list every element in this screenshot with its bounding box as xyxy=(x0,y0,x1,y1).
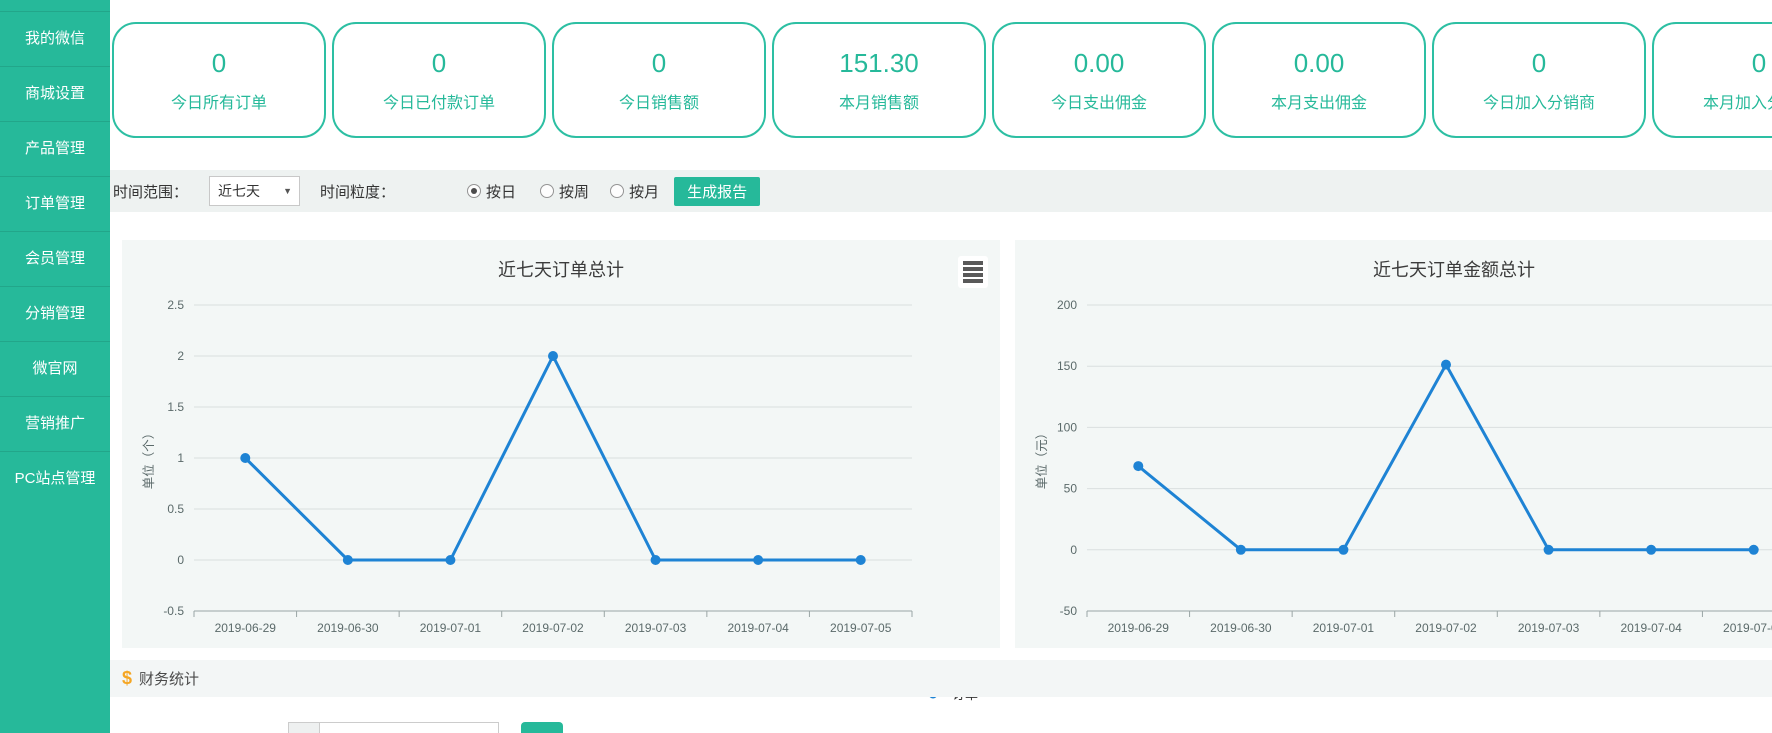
svg-text:200: 200 xyxy=(1057,298,1077,312)
svg-text:2019-07-03: 2019-07-03 xyxy=(625,621,687,635)
generate-report-button[interactable]: 生成报告 xyxy=(674,177,760,206)
stat-label: 本月销售额 xyxy=(839,89,919,113)
finance-search-input[interactable] xyxy=(319,722,499,733)
svg-text:2019-07-02: 2019-07-02 xyxy=(1415,621,1477,635)
dashboard-page: 我的微信 商城设置 产品管理 订单管理 会员管理 分销管理 微官网 营销推广 P… xyxy=(0,0,1772,733)
svg-text:-0.5: -0.5 xyxy=(163,604,184,618)
stat-value: 0 xyxy=(1752,48,1766,78)
svg-text:2019-06-30: 2019-06-30 xyxy=(1210,621,1272,635)
svg-text:2019-06-29: 2019-06-29 xyxy=(1108,621,1170,635)
filter-bar: 时间范围： 近七天 ▼ 时间粒度： 按日 按周 按月 生成报告 xyxy=(110,170,1772,212)
stat-card-month-distributors: 0 本月加入分销商 xyxy=(1652,22,1772,138)
stat-label: 本月支出佣金 xyxy=(1271,89,1367,113)
stats-cards-row: 0 今日所有订单 0 今日已付款订单 0 今日销售额 151.30 本月销售额 … xyxy=(112,22,1772,138)
radio-by-month[interactable]: 按月 xyxy=(610,181,659,202)
sidebar: 我的微信 商城设置 产品管理 订单管理 会员管理 分销管理 微官网 营销推广 P… xyxy=(0,0,110,733)
radio-label: 按周 xyxy=(559,181,589,202)
order-amount-line-chart: 200 150 100 50 0 -50 2019-06-29 2019-06-30 2019-… xyxy=(1015,240,1772,648)
stat-card-month-sales: 151.30 本月销售额 xyxy=(772,22,986,138)
svg-text:1.5: 1.5 xyxy=(167,400,184,414)
svg-text:0.5: 0.5 xyxy=(167,502,184,516)
svg-text:2019-07-04: 2019-07-04 xyxy=(727,621,789,635)
svg-text:1: 1 xyxy=(177,451,184,465)
stat-value: 0.00 xyxy=(1074,48,1125,78)
stat-card-today-distributors: 0 今日加入分销商 xyxy=(1432,22,1646,138)
svg-text:2019-06-30: 2019-06-30 xyxy=(317,621,379,635)
stat-label: 今日已付款订单 xyxy=(383,89,495,113)
svg-text:-50: -50 xyxy=(1060,604,1078,618)
svg-text:2019-07-05: 2019-07-05 xyxy=(1723,621,1772,635)
stat-card-month-commission: 0.00 本月支出佣金 xyxy=(1212,22,1426,138)
radio-label: 按月 xyxy=(629,181,659,202)
finance-section-title: 财务统计 xyxy=(139,668,199,689)
radio-icon xyxy=(467,184,481,198)
svg-text:2019-06-29: 2019-06-29 xyxy=(215,621,277,635)
stat-label: 今日加入分销商 xyxy=(1483,89,1595,113)
svg-text:2.5: 2.5 xyxy=(167,298,184,312)
sidebar-item-micro-site[interactable]: 微官网 xyxy=(0,341,110,396)
stat-value: 0 xyxy=(212,48,226,78)
stat-value: 0 xyxy=(432,48,446,78)
svg-text:2019-07-03: 2019-07-03 xyxy=(1518,621,1580,635)
time-range-label: 时间范围： xyxy=(113,181,188,202)
svg-text:2019-07-01: 2019-07-01 xyxy=(420,621,482,635)
orders-line-chart: 2.5 2 1.5 1 0.5 0 -0.5 2019-06-29 2019-06-30 2019… xyxy=(122,240,1000,648)
svg-text:2019-07-05: 2019-07-05 xyxy=(830,621,892,635)
chart-menu-icon[interactable] xyxy=(958,256,988,288)
stat-card-today-commission: 0.00 今日支出佣金 xyxy=(992,22,1206,138)
sidebar-item-member-management[interactable]: 会员管理 xyxy=(0,231,110,286)
stat-label: 今日支出佣金 xyxy=(1051,89,1147,113)
stat-value: 0 xyxy=(1532,48,1546,78)
svg-text:0: 0 xyxy=(177,553,184,567)
stat-value: 0.00 xyxy=(1294,48,1345,78)
radio-label: 按日 xyxy=(486,181,516,202)
stat-label: 今日所有订单 xyxy=(171,89,267,113)
stat-value: 151.30 xyxy=(839,48,919,78)
sidebar-item-mall-settings[interactable]: 商城设置 xyxy=(0,66,110,121)
stat-value: 0 xyxy=(652,48,666,78)
sidebar-item-my-wechat[interactable]: 我的微信 xyxy=(0,11,110,66)
svg-text:2: 2 xyxy=(177,349,184,363)
finance-input-addon xyxy=(288,722,320,733)
stat-card-today-sales: 0 今日销售额 xyxy=(552,22,766,138)
svg-text:50: 50 xyxy=(1064,482,1078,496)
dollar-icon: $ xyxy=(122,668,132,689)
svg-text:2019-07-02: 2019-07-02 xyxy=(522,621,584,635)
finance-search-button[interactable] xyxy=(521,722,563,733)
time-range-value: 近七天 xyxy=(218,183,260,199)
sidebar-item-marketing-promotion[interactable]: 营销推广 xyxy=(0,396,110,451)
finance-section-header: $ 财务统计 xyxy=(110,660,1772,697)
sidebar-item-pc-site-management[interactable]: PC站点管理 xyxy=(0,451,110,506)
radio-by-day[interactable]: 按日 xyxy=(467,181,516,202)
svg-text:0: 0 xyxy=(1070,543,1077,557)
svg-text:2019-07-01: 2019-07-01 xyxy=(1313,621,1375,635)
radio-icon xyxy=(610,184,624,198)
sidebar-item-order-management[interactable]: 订单管理 xyxy=(0,176,110,231)
stat-card-today-orders: 0 今日所有订单 xyxy=(112,22,326,138)
chevron-down-icon: ▼ xyxy=(283,177,292,205)
stat-label: 本月加入分销商 xyxy=(1703,89,1772,113)
svg-text:150: 150 xyxy=(1057,359,1077,373)
chart-panel-order-amount: 近七天订单金额总计 单位（元） 200150100500-502019-06-2… xyxy=(1015,240,1772,648)
radio-icon xyxy=(540,184,554,198)
stat-card-today-paid-orders: 0 今日已付款订单 xyxy=(332,22,546,138)
radio-by-week[interactable]: 按周 xyxy=(540,181,589,202)
stat-label: 今日销售额 xyxy=(619,89,699,113)
granularity-label: 时间粒度： xyxy=(320,181,395,202)
sidebar-item-product-management[interactable]: 产品管理 xyxy=(0,121,110,176)
chart-panel-orders: 近七天订单总计 单位（个） 2.521.510.50-0.52019-06-29… xyxy=(122,240,1000,648)
time-range-select[interactable]: 近七天 ▼ xyxy=(209,176,300,206)
svg-text:2019-07-04: 2019-07-04 xyxy=(1620,621,1682,635)
svg-text:100: 100 xyxy=(1057,420,1077,434)
sidebar-item-distribution-management[interactable]: 分销管理 xyxy=(0,286,110,341)
sidebar-menu: 我的微信 商城设置 产品管理 订单管理 会员管理 分销管理 微官网 营销推广 P… xyxy=(0,0,110,506)
